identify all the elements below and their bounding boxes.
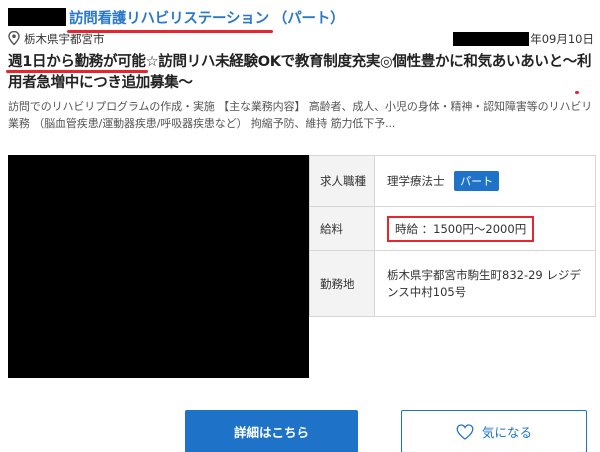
table-row-place: 勤務地 栃木県宇都宮市駒生町832-29 レジデンス中村105号 <box>309 250 596 317</box>
table-row-salary: 給料 時給 ：1500円〜2000円 <box>309 206 596 251</box>
facility-name: 訪問看護リハビリステーション <box>69 10 269 27</box>
red-underline-annotation <box>575 91 580 94</box>
favorite-button[interactable]: 気になる <box>401 410 587 452</box>
headline-highlight-1: 週1日から勤務が可能 <box>6 54 148 73</box>
place-label: 勤務地 <box>309 250 375 317</box>
salary-label: 給料 <box>309 206 375 251</box>
salary-value-cell: 時給 ：1500円〜2000円 <box>374 206 596 251</box>
job-headline: 週1日から勤務が可能 ☆訪問リハ未経験OKで教育制度充実◎個性豊かに和気あいあいと… <box>6 52 594 94</box>
job-photo-redacted <box>8 155 309 378</box>
role-value: 理学療法士 <box>387 174 445 188</box>
facility-name-wrap: 訪問看護リハビリステーション <box>67 7 273 33</box>
job-title-row: 訪問看護リハビリステーション （パート） <box>8 5 345 33</box>
salary-value-highlight: 時給 ：1500円〜2000円 <box>387 215 535 242</box>
job-location: 栃木県宇都宮市 <box>24 32 105 46</box>
redacted-company-name <box>8 8 66 26</box>
heart-outline-icon <box>456 423 474 440</box>
job-title-link[interactable]: 訪問看護リハビリステーション （パート） <box>67 7 345 33</box>
headline-part-2: ☆訪問リハ未経験OKで教育制度充実◎個性豊かに和気あいあいと〜 <box>145 54 578 70</box>
employment-type-label: （パート） <box>272 10 345 27</box>
favorite-button-label: 気になる <box>481 425 532 440</box>
job-description: 訪問でのリハビリプログラムの作成・実施 【主な業務内容】 高齢者、成人、小児の身… <box>8 100 593 130</box>
table-row-role: 求人職種 理学療法士 パート <box>309 155 596 207</box>
role-value-cell: 理学療法士 パート <box>374 155 596 207</box>
posted-date: 年09月10日 <box>453 31 594 47</box>
job-info-table: 求人職種 理学療法士 パート 給料 時給 ：1500円〜2000円 勤務地 栃木… <box>309 155 596 317</box>
posted-date-suffix: 年09月10日 <box>530 32 594 46</box>
red-underline-annotation <box>6 70 148 73</box>
map-pin-icon <box>8 31 20 45</box>
headline-part-1: 週1日から勤務が可能 <box>8 54 146 70</box>
place-value: 栃木県宇都宮市駒生町832-29 レジデンス中村105号 <box>374 250 596 317</box>
headline-part-4: につき追加募集〜 <box>79 75 193 91</box>
detail-button[interactable]: 詳細はこちら <box>185 410 358 452</box>
employment-type-badge: パート <box>454 171 500 191</box>
redacted-date <box>453 32 530 46</box>
job-meta-row: 栃木県宇都宮市 年09月10日 <box>8 28 594 48</box>
role-label: 求人職種 <box>309 155 375 207</box>
